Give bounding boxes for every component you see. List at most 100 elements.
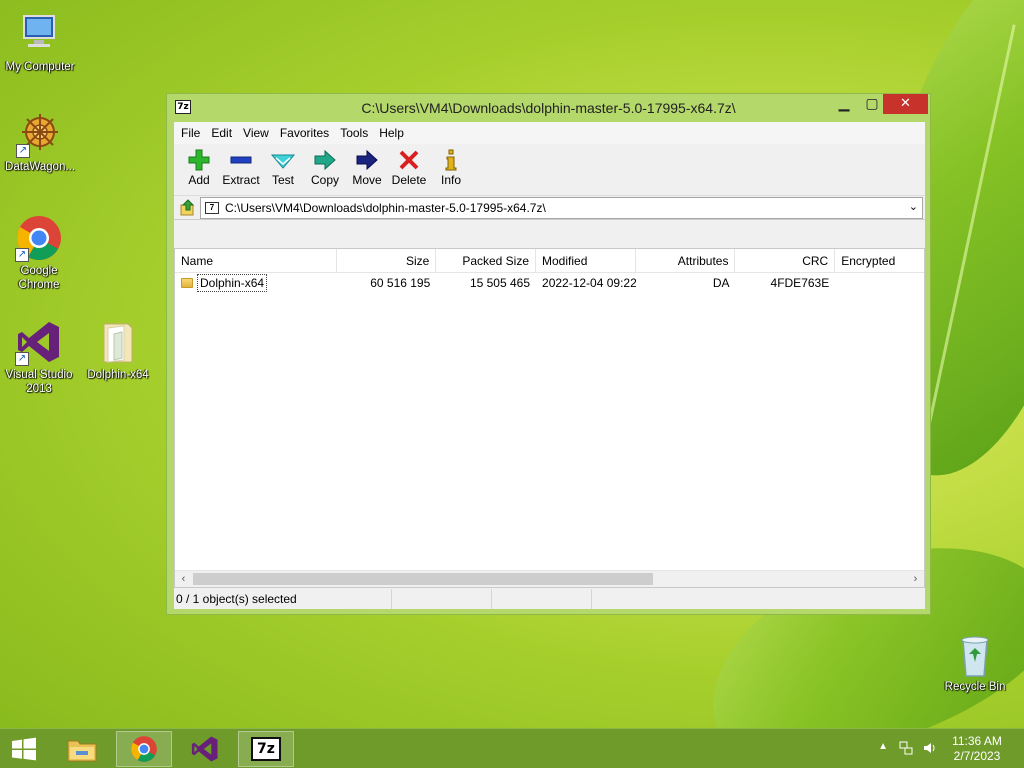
column-crc[interactable]: CRC	[735, 249, 836, 273]
list-header: Name Size Packed Size Modified Attribute…	[175, 249, 924, 273]
shortcut-arrow-icon: ↗	[15, 248, 29, 262]
row-modified: 2022-12-04 09:22	[542, 276, 636, 290]
menu-help[interactable]: Help	[374, 126, 409, 140]
taskbar-7zip[interactable]: 7z	[238, 731, 294, 767]
computer-icon	[16, 10, 64, 58]
volume-icon[interactable]	[922, 740, 938, 759]
move-button[interactable]: Move	[346, 144, 388, 195]
desktop-icon-dolphin-x64[interactable]: Dolphin-x64	[78, 318, 158, 382]
delete-x-icon	[388, 147, 430, 173]
status-pane-4	[592, 589, 925, 609]
archive-icon: 7	[205, 201, 219, 214]
desktop-icon-label: My Computer	[5, 61, 75, 73]
window-client-area: File Edit View Favorites Tools Help Add …	[174, 122, 925, 609]
row-size: 60 516 195	[370, 276, 431, 290]
row-name-cell: Dolphin-x64	[175, 273, 337, 293]
7zip-taskbar-icon: 7z	[251, 737, 281, 761]
move-arrow-icon	[346, 147, 388, 173]
column-packed-size[interactable]: Packed Size	[436, 249, 537, 273]
menu-view[interactable]: View	[238, 126, 274, 140]
desktop-icon-label: Google Chrome	[18, 265, 60, 291]
address-text: C:\Users\VM4\Downloads\dolphin-master-5.…	[225, 200, 546, 215]
status-pane-3	[492, 589, 592, 609]
file-list: Name Size Packed Size Modified Attribute…	[174, 248, 925, 588]
column-modified[interactable]: Modified	[536, 249, 636, 273]
scroll-right-icon[interactable]: ›	[907, 571, 924, 587]
file-explorer-icon	[67, 740, 97, 762]
show-hidden-icons-chevron-icon[interactable]: ▲	[878, 741, 888, 752]
windows-logo-icon	[12, 737, 36, 761]
folder-icon	[181, 278, 193, 288]
extract-button[interactable]: Extract	[220, 144, 262, 195]
menu-favorites[interactable]: Favorites	[275, 126, 334, 140]
7zip-window: 7z C:\Users\VM4\Downloads\dolphin-master…	[166, 93, 931, 615]
column-size[interactable]: Size	[337, 249, 437, 273]
desktop-icon-label: Recycle Bin	[944, 681, 1006, 693]
status-bar: 0 / 1 object(s) selected	[174, 589, 925, 609]
column-name[interactable]: Name	[175, 249, 337, 273]
row-attributes: DA	[712, 276, 730, 290]
desktop-icon-label: Visual Studio 2013	[5, 369, 73, 395]
checkmark-icon	[262, 147, 304, 173]
plus-icon	[178, 147, 220, 173]
delete-button[interactable]: Delete	[388, 144, 430, 195]
chevron-down-icon[interactable]: ⌄	[909, 200, 918, 213]
test-button[interactable]: Test	[262, 144, 304, 195]
minus-icon	[220, 147, 262, 173]
taskbar-file-explorer[interactable]	[54, 731, 110, 767]
close-button[interactable]: ✕	[883, 94, 928, 114]
maximize-button[interactable]: ▢	[858, 94, 886, 114]
menu-bar: File Edit View Favorites Tools Help	[174, 122, 925, 144]
info-button[interactable]: Info	[430, 144, 472, 195]
row-packed-size: 15 505 465	[469, 276, 531, 290]
address-bar: 7 C:\Users\VM4\Downloads\dolphin-master-…	[174, 196, 925, 220]
shortcut-arrow-icon: ↗	[15, 352, 29, 366]
desktop-icon-datawagon[interactable]: ↗ DataWagon...	[0, 110, 80, 174]
address-field[interactable]: 7 C:\Users\VM4\Downloads\dolphin-master-…	[200, 196, 923, 219]
desktop-icon-label: DataWagon...	[5, 161, 75, 173]
taskbar-visual-studio[interactable]	[177, 731, 233, 767]
recycle-bin-icon	[951, 630, 999, 678]
row-crc: 4FDE763E	[770, 276, 830, 290]
row-encrypted	[835, 273, 924, 293]
row-name: Dolphin-x64	[197, 274, 268, 292]
status-text: 0 / 1 object(s) selected	[174, 589, 392, 609]
scroll-thumb[interactable]	[193, 573, 653, 585]
desktop-icon-google-chrome[interactable]: ↗ Google Chrome	[0, 214, 79, 292]
datawagon-icon: ↗	[16, 110, 64, 158]
chrome-icon	[131, 736, 157, 762]
info-icon	[430, 147, 472, 173]
column-encrypted[interactable]: Encrypted	[835, 249, 924, 273]
title-bar[interactable]: 7z C:\Users\VM4\Downloads\dolphin-master…	[167, 94, 930, 122]
clock-time: 11:36 AM	[952, 734, 1002, 748]
add-button[interactable]: Add	[178, 144, 220, 195]
table-row[interactable]: Dolphin-x64 60 516 195 15 505 465 2022-1…	[175, 273, 924, 293]
menu-edit[interactable]: Edit	[206, 126, 237, 140]
folder-icon	[94, 318, 142, 366]
desktop-icon-recycle-bin[interactable]: Recycle Bin	[935, 630, 1015, 694]
toolbar: Add Extract Test Copy Move Delete Info	[174, 144, 925, 196]
folder-up-button[interactable]	[176, 197, 200, 219]
menu-file[interactable]: File	[176, 126, 205, 140]
taskbar-chrome[interactable]	[116, 731, 172, 767]
desktop-icon-visual-studio[interactable]: ↗ Visual Studio 2013	[0, 318, 79, 396]
taskbar: 7z ▲ 11:36 AM 2/7/2023	[0, 728, 1024, 768]
copy-button[interactable]: Copy	[304, 144, 346, 195]
horizontal-scrollbar[interactable]: ‹ ›	[175, 570, 924, 587]
copy-arrow-icon	[304, 147, 346, 173]
folder-up-icon	[180, 198, 195, 215]
start-button[interactable]	[0, 731, 48, 767]
menu-tools[interactable]: Tools	[335, 126, 373, 140]
minimize-button[interactable]: ▁	[830, 94, 858, 114]
window-title: C:\Users\VM4\Downloads\dolphin-master-5.…	[361, 100, 736, 116]
clock[interactable]: 11:36 AM 2/7/2023	[942, 734, 1012, 764]
desktop-icon-label: Dolphin-x64	[87, 369, 149, 381]
clock-date: 2/7/2023	[953, 749, 1001, 763]
network-icon[interactable]	[898, 740, 914, 759]
scroll-left-icon[interactable]: ‹	[175, 571, 192, 587]
chrome-icon: ↗	[15, 214, 63, 262]
desktop-icon-my-computer[interactable]: My Computer	[0, 10, 80, 74]
shortcut-arrow-icon: ↗	[16, 144, 30, 158]
column-attributes[interactable]: Attributes	[636, 249, 736, 273]
status-pane-2	[392, 589, 492, 609]
